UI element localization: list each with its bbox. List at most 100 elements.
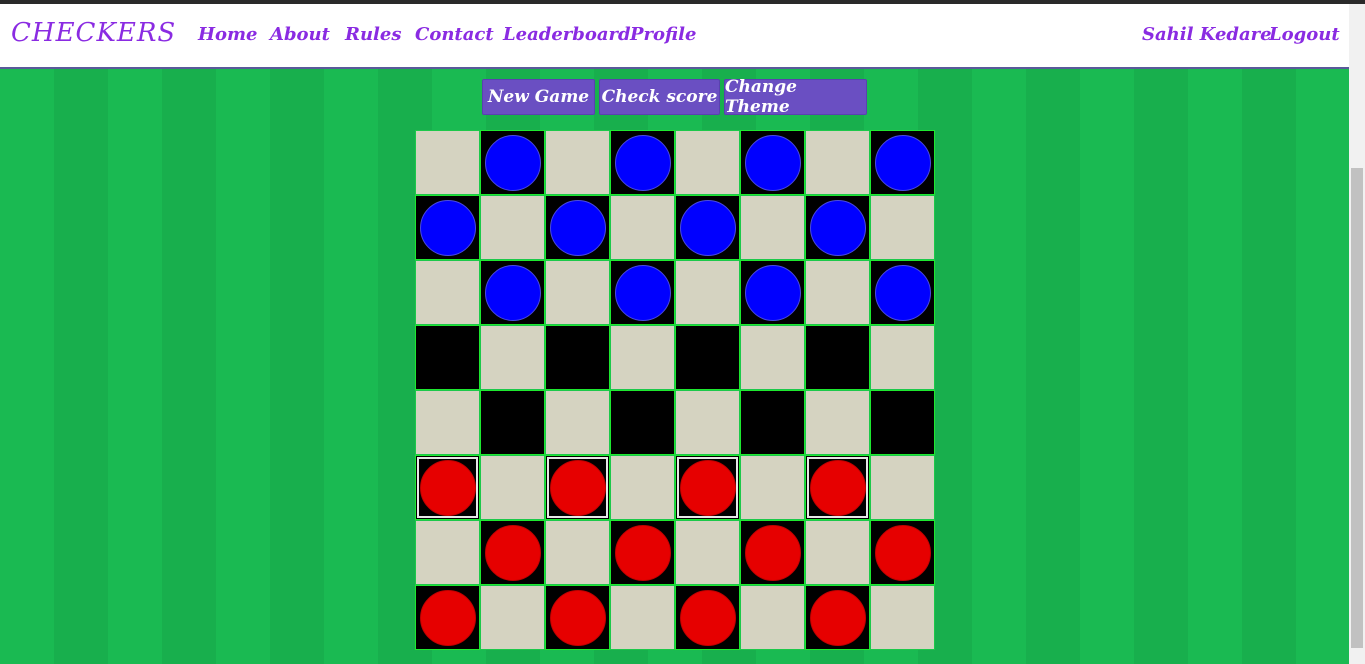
- board-square[interactable]: [805, 325, 870, 390]
- nav-leaderboard[interactable]: Leaderboard: [503, 24, 631, 45]
- blue-checker-piece[interactable]: [744, 264, 801, 321]
- blue-checker-piece[interactable]: [744, 134, 801, 191]
- board-square[interactable]: [870, 195, 935, 260]
- board-square[interactable]: [545, 455, 610, 520]
- blue-checker-piece[interactable]: [614, 134, 671, 191]
- board-square[interactable]: [415, 130, 480, 195]
- red-checker-piece[interactable]: [419, 589, 476, 646]
- board-square[interactable]: [610, 455, 675, 520]
- board-square[interactable]: [545, 585, 610, 650]
- board-square[interactable]: [545, 195, 610, 260]
- board-square[interactable]: [675, 520, 740, 585]
- board-square[interactable]: [480, 390, 545, 455]
- board-square[interactable]: [675, 585, 740, 650]
- board-square[interactable]: [480, 260, 545, 325]
- nav-profile[interactable]: Profile: [630, 24, 696, 45]
- board-square[interactable]: [740, 390, 805, 455]
- red-checker-piece[interactable]: [614, 524, 671, 581]
- nav-home[interactable]: Home: [198, 24, 258, 45]
- board-square[interactable]: [740, 520, 805, 585]
- board-square[interactable]: [480, 520, 545, 585]
- blue-checker-piece[interactable]: [874, 134, 931, 191]
- check-score-button[interactable]: Check score: [599, 79, 720, 115]
- board-square[interactable]: [675, 390, 740, 455]
- board-square[interactable]: [675, 455, 740, 520]
- board-square[interactable]: [480, 455, 545, 520]
- board-square[interactable]: [545, 325, 610, 390]
- board-square[interactable]: [805, 195, 870, 260]
- scrollbar-thumb[interactable]: [1351, 168, 1363, 648]
- board-square[interactable]: [415, 195, 480, 260]
- red-checker-piece[interactable]: [419, 459, 476, 516]
- board-square[interactable]: [805, 130, 870, 195]
- blue-checker-piece[interactable]: [549, 199, 606, 256]
- board-square[interactable]: [870, 260, 935, 325]
- red-checker-piece[interactable]: [874, 524, 931, 581]
- nav-logout[interactable]: Logout: [1269, 24, 1340, 45]
- nav-rules[interactable]: Rules: [345, 24, 401, 45]
- red-checker-piece[interactable]: [484, 524, 541, 581]
- board-square[interactable]: [610, 130, 675, 195]
- board-square[interactable]: [610, 585, 675, 650]
- board-square[interactable]: [415, 455, 480, 520]
- new-game-button[interactable]: New Game: [482, 79, 595, 115]
- nav-about[interactable]: About: [270, 24, 330, 45]
- blue-checker-piece[interactable]: [484, 264, 541, 321]
- red-checker-piece[interactable]: [809, 589, 866, 646]
- board-square[interactable]: [610, 195, 675, 260]
- board-square[interactable]: [610, 260, 675, 325]
- board-square[interactable]: [415, 585, 480, 650]
- board-square[interactable]: [545, 130, 610, 195]
- board-square[interactable]: [740, 195, 805, 260]
- board-square[interactable]: [805, 585, 870, 650]
- nav-user-name[interactable]: Sahil Kedare: [1142, 24, 1272, 45]
- board-square[interactable]: [740, 130, 805, 195]
- board-square[interactable]: [415, 390, 480, 455]
- red-checker-piece[interactable]: [809, 459, 866, 516]
- board-square[interactable]: [675, 195, 740, 260]
- board-square[interactable]: [740, 455, 805, 520]
- board-square[interactable]: [415, 325, 480, 390]
- board-square[interactable]: [870, 325, 935, 390]
- blue-checker-piece[interactable]: [419, 199, 476, 256]
- brand-logo[interactable]: CHECKERS: [11, 18, 176, 48]
- board-square[interactable]: [610, 390, 675, 455]
- board-square[interactable]: [480, 585, 545, 650]
- board-square[interactable]: [740, 325, 805, 390]
- board-square[interactable]: [870, 455, 935, 520]
- board-square[interactable]: [870, 130, 935, 195]
- board-square[interactable]: [545, 520, 610, 585]
- board-square[interactable]: [805, 260, 870, 325]
- blue-checker-piece[interactable]: [809, 199, 866, 256]
- board-square[interactable]: [480, 130, 545, 195]
- board-square[interactable]: [415, 260, 480, 325]
- board-square[interactable]: [545, 390, 610, 455]
- board-square[interactable]: [805, 455, 870, 520]
- board-square[interactable]: [870, 390, 935, 455]
- board-square[interactable]: [415, 520, 480, 585]
- red-checker-piece[interactable]: [679, 459, 736, 516]
- board-square[interactable]: [675, 325, 740, 390]
- change-theme-button[interactable]: Change Theme: [724, 77, 867, 117]
- board-square[interactable]: [480, 325, 545, 390]
- blue-checker-piece[interactable]: [484, 134, 541, 191]
- board-square[interactable]: [805, 390, 870, 455]
- board-square[interactable]: [870, 520, 935, 585]
- blue-checker-piece[interactable]: [679, 199, 736, 256]
- blue-checker-piece[interactable]: [614, 264, 671, 321]
- board-square[interactable]: [480, 195, 545, 260]
- board-square[interactable]: [610, 520, 675, 585]
- board-square[interactable]: [870, 585, 935, 650]
- board-square[interactable]: [545, 260, 610, 325]
- red-checker-piece[interactable]: [549, 589, 606, 646]
- red-checker-piece[interactable]: [679, 589, 736, 646]
- board-square[interactable]: [675, 130, 740, 195]
- red-checker-piece[interactable]: [744, 524, 801, 581]
- board-square[interactable]: [740, 260, 805, 325]
- board-square[interactable]: [610, 325, 675, 390]
- nav-contact[interactable]: Contact: [415, 24, 494, 45]
- blue-checker-piece[interactable]: [874, 264, 931, 321]
- red-checker-piece[interactable]: [549, 459, 606, 516]
- board-square[interactable]: [805, 520, 870, 585]
- board-square[interactable]: [675, 260, 740, 325]
